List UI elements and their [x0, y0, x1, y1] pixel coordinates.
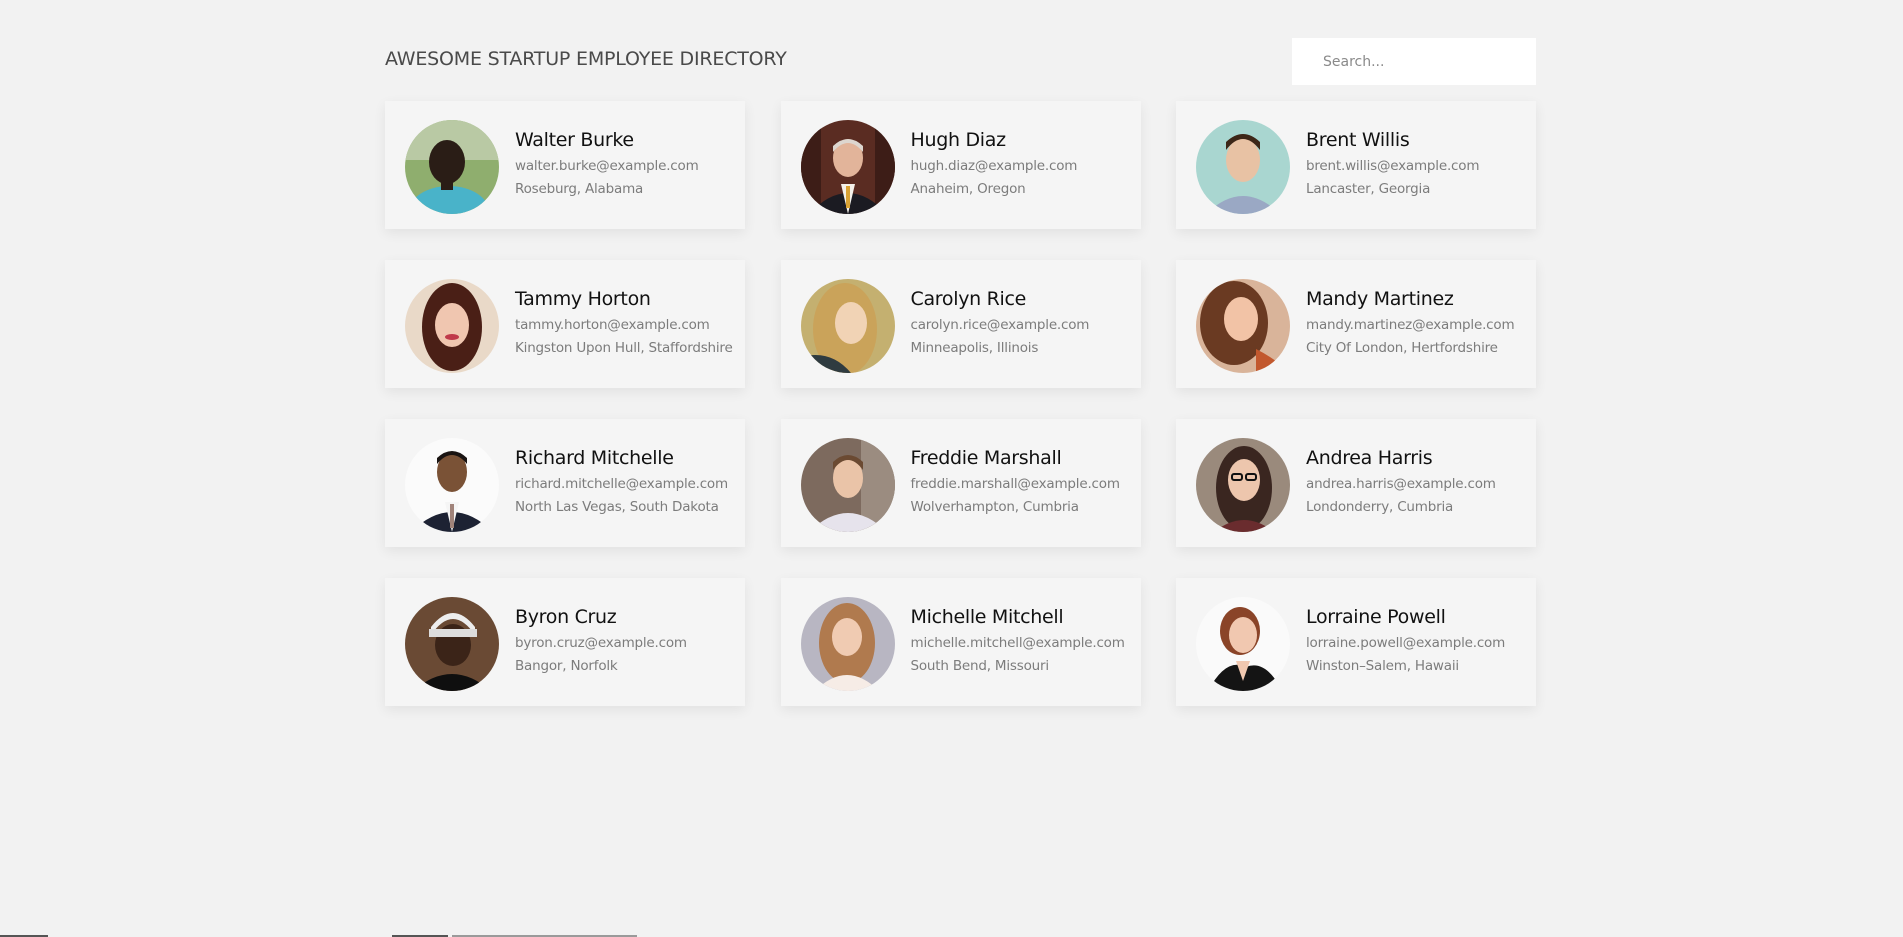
employee-email: mandy.martinez@example.com: [1306, 317, 1515, 333]
employee-email: tammy.horton@example.com: [515, 317, 710, 333]
search-input[interactable]: [1292, 38, 1536, 85]
employee-location: Anaheim, Oregon: [910, 181, 1026, 197]
avatar: [1196, 279, 1290, 373]
employee-card[interactable]: Walter Burke walter.burke@example.com Ro…: [385, 101, 745, 229]
employee-email: carolyn.rice@example.com: [910, 317, 1090, 333]
employee-info: Walter Burke walter.burke@example.com Ro…: [515, 128, 739, 201]
page-title: AWESOME STARTUP EMPLOYEE DIRECTORY: [385, 48, 787, 70]
employee-email: lorraine.powell@example.com: [1306, 635, 1506, 651]
employee-location: City Of London, Hertfordshire: [1306, 340, 1498, 356]
employee-name: Mandy Martinez: [1306, 288, 1454, 310]
employee-name: Lorraine Powell: [1306, 606, 1446, 628]
employee-location: Bangor, Norfolk: [515, 658, 618, 674]
employee-info: Mandy Martinez mandy.martinez@example.co…: [1306, 287, 1530, 360]
employee-email: richard.mitchelle@example.com: [515, 476, 728, 492]
page-header: AWESOME STARTUP EMPLOYEE DIRECTORY: [385, 38, 1536, 86]
employee-card[interactable]: Michelle Mitchell michelle.mitchell@exam…: [780, 578, 1141, 706]
employee-card[interactable]: Mandy Martinez mandy.martinez@example.co…: [1176, 260, 1536, 388]
avatar: [1196, 438, 1290, 532]
employee-location: North Las Vegas, South Dakota: [515, 499, 719, 515]
employee-info: Michelle Mitchell michelle.mitchell@exam…: [911, 605, 1135, 678]
employee-email: andrea.harris@example.com: [1306, 476, 1496, 492]
employee-info: Byron Cruz byron.cruz@example.com Bangor…: [515, 605, 739, 678]
employee-grid: Walter Burke walter.burke@example.com Ro…: [385, 101, 1536, 706]
avatar: [800, 597, 895, 691]
employee-card[interactable]: Tammy Horton tammy.horton@example.com Ki…: [385, 260, 745, 388]
employee-card[interactable]: Richard Mitchelle richard.mitchelle@exam…: [385, 419, 745, 547]
employee-info: Brent Willis brent.willis@example.com La…: [1306, 128, 1530, 201]
employee-email: walter.burke@example.com: [515, 158, 699, 174]
employee-location: Londonderry, Cumbria: [1306, 499, 1454, 515]
avatar: [405, 120, 499, 214]
employee-card[interactable]: Hugh Diaz hugh.diaz@example.com Anaheim,…: [780, 101, 1141, 229]
employee-info: Carolyn Rice carolyn.rice@example.com Mi…: [911, 287, 1135, 360]
employee-location: Roseburg, Alabama: [515, 181, 644, 197]
employee-card[interactable]: Freddie Marshall freddie.marshall@exampl…: [780, 419, 1141, 547]
employee-location: Wolverhampton, Cumbria: [910, 499, 1079, 515]
employee-location: Winston–Salem, Hawaii: [1306, 658, 1459, 674]
employee-card[interactable]: Byron Cruz byron.cruz@example.com Bangor…: [385, 578, 745, 706]
employee-name: Richard Mitchelle: [515, 447, 674, 469]
employee-card[interactable]: Andrea Harris andrea.harris@example.com …: [1176, 419, 1536, 547]
employee-location: Minneapolis, Illinois: [910, 340, 1039, 356]
employee-name: Brent Willis: [1306, 129, 1410, 151]
employee-email: brent.willis@example.com: [1306, 158, 1480, 174]
avatar: [405, 438, 499, 532]
avatar: [800, 279, 895, 373]
employee-email: freddie.marshall@example.com: [910, 476, 1120, 492]
employee-email: byron.cruz@example.com: [515, 635, 687, 651]
avatar: [800, 120, 895, 214]
employee-card[interactable]: Carolyn Rice carolyn.rice@example.com Mi…: [780, 260, 1141, 388]
avatar: [1196, 597, 1290, 691]
employee-info: Andrea Harris andrea.harris@example.com …: [1306, 446, 1530, 519]
employee-card[interactable]: Brent Willis brent.willis@example.com La…: [1176, 101, 1536, 229]
employee-name: Walter Burke: [515, 129, 634, 151]
employee-name: Hugh Diaz: [910, 129, 1007, 151]
avatar: [1196, 120, 1290, 214]
employee-email: hugh.diaz@example.com: [910, 158, 1078, 174]
avatar: [405, 597, 499, 691]
employee-info: Richard Mitchelle richard.mitchelle@exam…: [515, 446, 739, 519]
employee-email: michelle.mitchell@example.com: [910, 635, 1125, 651]
employee-info: Tammy Horton tammy.horton@example.com Ki…: [515, 287, 739, 360]
employee-location: Lancaster, Georgia: [1306, 181, 1431, 197]
avatar: [405, 279, 499, 373]
employee-info: Lorraine Powell lorraine.powell@example.…: [1306, 605, 1530, 678]
employee-name: Freddie Marshall: [910, 447, 1062, 469]
employee-name: Tammy Horton: [515, 288, 651, 310]
employee-info: Freddie Marshall freddie.marshall@exampl…: [911, 446, 1135, 519]
employee-location: South Bend, Missouri: [910, 658, 1050, 674]
employee-name: Byron Cruz: [515, 606, 617, 628]
employee-name: Andrea Harris: [1306, 447, 1433, 469]
employee-card[interactable]: Lorraine Powell lorraine.powell@example.…: [1176, 578, 1536, 706]
employee-name: Michelle Mitchell: [910, 606, 1064, 628]
employee-name: Carolyn Rice: [910, 288, 1027, 310]
employee-location: Kingston Upon Hull, Staffordshire: [515, 340, 733, 356]
avatar: [800, 438, 895, 532]
employee-info: Hugh Diaz hugh.diaz@example.com Anaheim,…: [911, 128, 1135, 201]
